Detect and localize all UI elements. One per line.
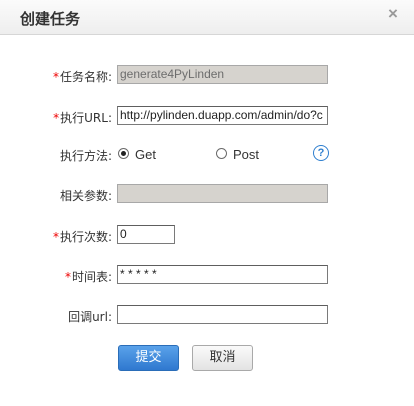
required-mark: * [64,270,71,284]
task-name-label: *任务名称: [52,70,112,84]
method-post-label[interactable]: Post [233,147,259,162]
schedule-row: *时间表: * * * * * [0,265,414,287]
close-icon[interactable]: × [386,5,400,22]
exec-url-row: *执行URL: http://pylinden.duapp.com/admin/… [0,106,414,128]
create-task-dialog: 创建任务 × *任务名称: generate4PyLinden *执行URL: … [0,0,414,406]
task-name-input[interactable]: generate4PyLinden [117,65,328,84]
callback-url-row: 回调url: [0,305,414,327]
submit-button[interactable]: 提交 [118,345,179,371]
method-get-radio[interactable] [118,148,129,159]
params-input[interactable] [117,184,328,203]
exec-url-label: *执行URL: [53,111,112,125]
exec-count-input[interactable]: 0 [117,225,175,244]
exec-count-row: *执行次数: 0 [0,225,414,247]
task-name-row: *任务名称: generate4PyLinden [0,65,414,87]
exec-count-label: *执行次数: [52,230,112,244]
cancel-button[interactable]: 取消 [192,345,253,371]
required-mark: * [52,230,59,244]
method-row: 执行方法: Get Post ? [0,144,414,166]
required-mark: * [52,70,59,84]
params-row: 相关参数: [0,184,414,206]
callback-url-label: 回调url: [68,310,112,324]
params-label: 相关参数: [59,189,112,203]
schedule-input[interactable]: * * * * * [117,265,328,284]
dialog-title: 创建任务 [20,10,81,28]
dialog-titlebar: 创建任务 × [0,0,414,35]
schedule-label: *时间表: [64,270,112,284]
method-post-radio[interactable] [216,148,227,159]
required-mark: * [53,111,60,125]
method-get-label[interactable]: Get [135,147,156,162]
help-icon[interactable]: ? [313,145,329,161]
exec-url-input[interactable]: http://pylinden.duapp.com/admin/do?c [117,106,328,125]
method-label: 执行方法: [59,149,112,163]
callback-url-input[interactable] [117,305,328,324]
